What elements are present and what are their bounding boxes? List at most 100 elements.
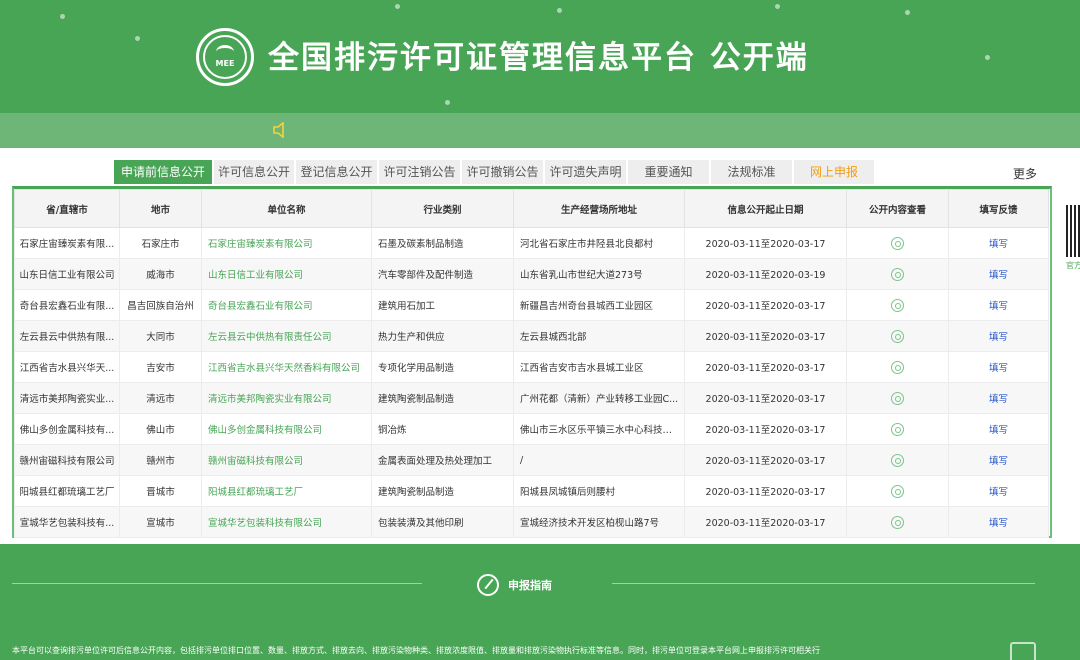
cell-unit-name-link[interactable]: 赣州宙磁科技有限公司 <box>201 444 372 476</box>
qr-caption: 官方 <box>1066 261 1080 270</box>
fill-feedback-link[interactable]: 填写 <box>948 413 1049 445</box>
header-band <box>0 113 1080 148</box>
column-header-address: 生产经营场所地址 <box>513 189 685 228</box>
mee-logo-icon: MEE <box>196 28 254 86</box>
disclosure-table: 省/直辖市 地市 单位名称 行业类别 生产经营场所地址 信息公开起止日期 公开内… <box>12 186 1052 538</box>
column-header-province: 省/直辖市 <box>14 189 120 228</box>
cell-view <box>846 444 949 476</box>
cell-dates: 2020-03-11至2020-03-17 <box>684 506 847 538</box>
column-header-feedback: 填写反馈 <box>948 189 1049 228</box>
magnifier-icon[interactable] <box>891 391 904 405</box>
cell-unit-name-link[interactable]: 奇台县宏鑫石业有限公司 <box>201 289 372 321</box>
cell-address: 左云县城西北部 <box>513 320 685 352</box>
cell-province: 左云县云中供热有限... <box>14 320 120 352</box>
cell-address: 新疆昌吉州奇台县城西工业园区 <box>513 289 685 321</box>
tab-permit-cancellation-notice[interactable]: 许可注销公告 <box>379 160 460 184</box>
cell-dates: 2020-03-11至2020-03-17 <box>684 382 847 414</box>
magnifier-icon[interactable] <box>891 360 904 374</box>
tab-pre-application-disclosure[interactable]: 申请前信息公开 <box>114 160 212 184</box>
cell-view <box>846 382 949 414</box>
tab-registration-disclosure[interactable]: 登记信息公开 <box>296 160 377 184</box>
cell-unit-name-link[interactable]: 江西省吉水县兴华天然香料有限公司 <box>201 351 372 383</box>
book-icon <box>1010 642 1036 660</box>
cell-industry: 专项化学用品制造 <box>371 351 514 383</box>
cell-dates: 2020-03-11至2020-03-17 <box>684 351 847 383</box>
cell-address: 河北省石家庄市井陉县北良都村 <box>513 227 685 259</box>
fill-feedback-link[interactable]: 填写 <box>948 382 1049 414</box>
fill-feedback-link[interactable]: 填写 <box>948 258 1049 290</box>
cell-city: 石家庄市 <box>119 227 202 259</box>
magnifier-icon[interactable] <box>891 422 904 436</box>
cell-unit-name-link[interactable]: 宣城华艺包装科技有限公司 <box>201 506 372 538</box>
cell-address: 山东省乳山市世纪大道273号 <box>513 258 685 290</box>
speaker-icon[interactable] <box>272 122 290 138</box>
cell-city: 赣州市 <box>119 444 202 476</box>
tab-permit-revocation-notice[interactable]: 许可撤销公告 <box>462 160 543 184</box>
cell-city: 大同市 <box>119 320 202 352</box>
cell-address: 江西省吉安市吉水县城工业区 <box>513 351 685 383</box>
cell-city: 昌吉回族自治州 <box>119 289 202 321</box>
cell-city: 晋城市 <box>119 475 202 507</box>
tab-important-notices[interactable]: 重要通知 <box>628 160 709 184</box>
table-row: 赣州宙磁科技有限公司 赣州市 赣州宙磁科技有限公司 金属表面处理及热处理加工 /… <box>14 444 1049 476</box>
tab-permit-disclosure[interactable]: 许可信息公开 <box>214 160 294 184</box>
cell-unit-name-link[interactable]: 佛山多创金属科技有限公司 <box>201 413 372 445</box>
cell-city: 吉安市 <box>119 351 202 383</box>
cell-view <box>846 289 949 321</box>
cell-province: 江西省吉水县兴华天... <box>14 351 120 383</box>
column-header-unit-name: 单位名称 <box>201 189 372 228</box>
cell-industry: 建筑用石加工 <box>371 289 514 321</box>
fill-feedback-link[interactable]: 填写 <box>948 506 1049 538</box>
magnifier-icon[interactable] <box>891 329 904 343</box>
magnifier-icon[interactable] <box>891 453 904 467</box>
cell-unit-name-link[interactable]: 清远市美邦陶瓷实业有限公司 <box>201 382 372 414</box>
fill-feedback-link[interactable]: 填写 <box>948 227 1049 259</box>
divider <box>12 583 422 584</box>
magnifier-icon[interactable] <box>891 298 904 312</box>
cell-unit-name-link[interactable]: 山东日信工业有限公司 <box>201 258 372 290</box>
magnifier-icon[interactable] <box>891 236 904 250</box>
cell-city: 宣城市 <box>119 506 202 538</box>
fill-feedback-link[interactable]: 填写 <box>948 289 1049 321</box>
tab-regulations-standards[interactable]: 法规标准 <box>711 160 792 184</box>
magnifier-icon[interactable] <box>891 484 904 498</box>
cell-unit-name-link[interactable]: 左云县云中供热有限责任公司 <box>201 320 372 352</box>
column-header-city: 地市 <box>119 189 202 228</box>
fill-feedback-link[interactable]: 填写 <box>948 320 1049 352</box>
cell-province: 山东日信工业有限公司 <box>14 258 120 290</box>
column-header-industry: 行业类别 <box>371 189 514 228</box>
tab-permit-loss-statement[interactable]: 许可遗失声明 <box>545 160 626 184</box>
table-row: 石家庄宙臻炭素有限... 石家庄市 石家庄宙臻炭素有限公司 石墨及碳素制品制造 … <box>14 227 1049 259</box>
fill-feedback-link[interactable]: 填写 <box>948 444 1049 476</box>
fill-feedback-link[interactable]: 填写 <box>948 351 1049 383</box>
more-link[interactable]: 更多 <box>1013 165 1037 182</box>
logo-text: MEE <box>215 59 235 68</box>
cell-dates: 2020-03-11至2020-03-19 <box>684 258 847 290</box>
table-row: 奇台县宏鑫石业有限... 昌吉回族自治州 奇台县宏鑫石业有限公司 建筑用石加工 … <box>14 289 1049 321</box>
table-row: 江西省吉水县兴华天... 吉安市 江西省吉水县兴华天然香料有限公司 专项化学用品… <box>14 351 1049 383</box>
magnifier-icon[interactable] <box>891 515 904 529</box>
application-guide-link[interactable]: 申报指南 <box>508 577 552 593</box>
cell-city: 佛山市 <box>119 413 202 445</box>
cell-industry: 建筑陶瓷制品制造 <box>371 382 514 414</box>
cell-unit-name-link[interactable]: 阳城县红都琉璃工艺厂 <box>201 475 372 507</box>
cell-industry: 金属表面处理及热处理加工 <box>371 444 514 476</box>
cell-industry: 热力生产和供应 <box>371 320 514 352</box>
qr-code-icon[interactable] <box>1066 205 1080 257</box>
table-row: 清远市美邦陶瓷实业... 清远市 清远市美邦陶瓷实业有限公司 建筑陶瓷制品制造 … <box>14 382 1049 414</box>
magnifier-icon[interactable] <box>891 267 904 281</box>
cell-view <box>846 227 949 259</box>
table-row: 山东日信工业有限公司 威海市 山东日信工业有限公司 汽车零部件及配件制造 山东省… <box>14 258 1049 290</box>
column-header-view: 公开内容查看 <box>846 189 949 228</box>
site-header: MEE 全国排污许可证管理信息平台 公开端 <box>0 0 1080 148</box>
cell-dates: 2020-03-11至2020-03-17 <box>684 475 847 507</box>
tab-online-application[interactable]: 网上申报 <box>794 160 874 184</box>
cell-city: 清远市 <box>119 382 202 414</box>
cell-dates: 2020-03-11至2020-03-17 <box>684 413 847 445</box>
cell-province: 宣城华艺包装科技有... <box>14 506 120 538</box>
fill-feedback-link[interactable]: 填写 <box>948 475 1049 507</box>
cell-city: 威海市 <box>119 258 202 290</box>
cell-unit-name-link[interactable]: 石家庄宙臻炭素有限公司 <box>201 227 372 259</box>
cell-industry: 石墨及碳素制品制造 <box>371 227 514 259</box>
cell-industry: 建筑陶瓷制品制造 <box>371 475 514 507</box>
